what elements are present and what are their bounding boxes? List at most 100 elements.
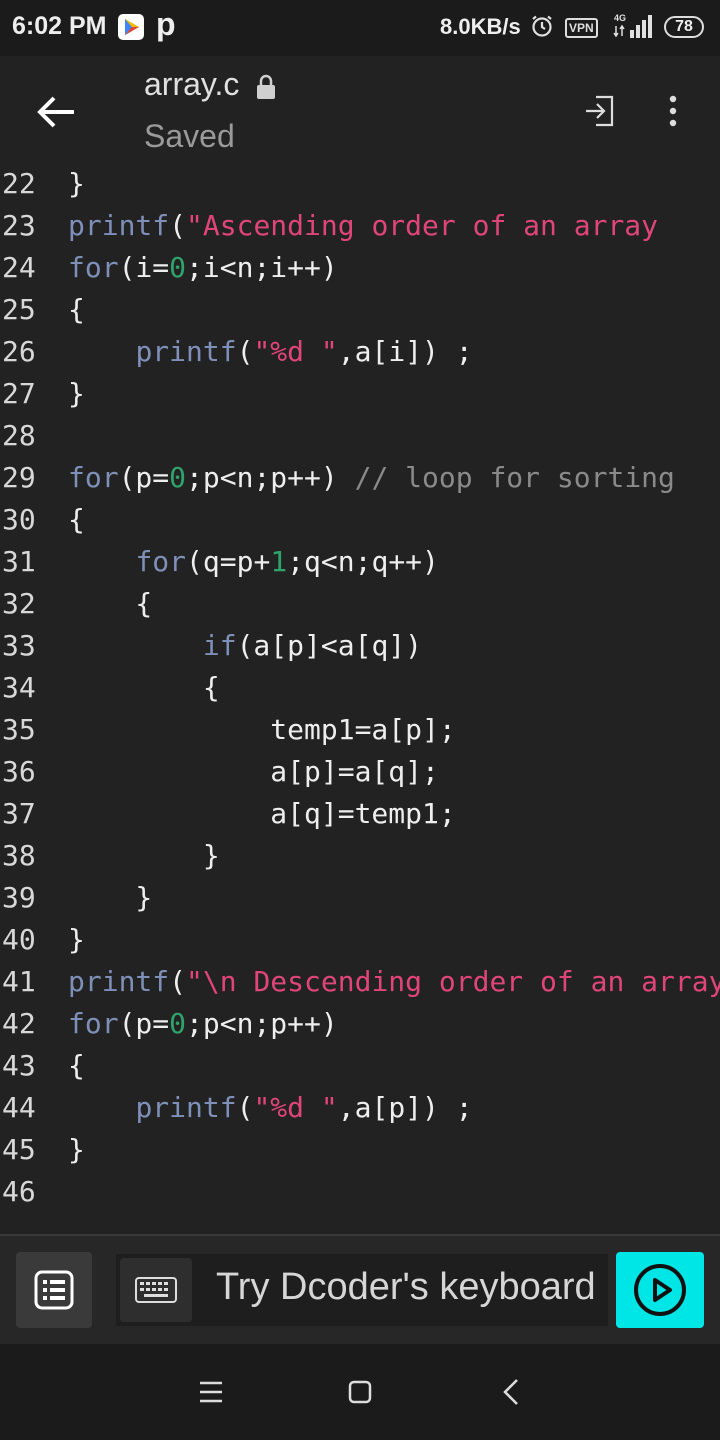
code-token: if xyxy=(202,629,237,662)
code-text[interactable]: if(a[p]<a[q]) xyxy=(68,625,422,667)
code-token: temp1=a[p]; xyxy=(68,713,456,746)
code-line[interactable]: 44 printf("%d ",a[p]) ; xyxy=(0,1087,720,1129)
code-token: 0 xyxy=(169,1007,187,1040)
notification-p-icon: p xyxy=(156,6,176,42)
save-status: Saved xyxy=(144,118,235,154)
lock-icon xyxy=(256,74,276,100)
code-text[interactable]: { xyxy=(68,667,220,709)
code-line[interactable]: 29 for(p=0;p<n;p++) // loop for sorting xyxy=(0,457,720,499)
code-text[interactable]: } xyxy=(68,1129,85,1171)
code-token: ,a[p]) ; xyxy=(337,1091,473,1124)
back-icon[interactable] xyxy=(502,1378,520,1406)
code-token: ( xyxy=(169,209,187,242)
code-token: ( xyxy=(236,1091,254,1124)
code-line[interactable]: 23 printf("Ascending order of an array xyxy=(0,205,720,247)
code-line[interactable]: 45} xyxy=(0,1129,720,1171)
code-text[interactable]: printf("Ascending order of an array xyxy=(68,205,658,247)
network-type: 4G xyxy=(614,13,626,23)
code-text[interactable]: a[q]=temp1; xyxy=(68,793,455,835)
code-token: } xyxy=(68,839,220,872)
code-text[interactable]: { xyxy=(68,499,85,541)
code-text[interactable]: a[p]=a[q]; xyxy=(68,751,439,793)
home-icon[interactable] xyxy=(348,1380,372,1404)
code-editor[interactable]: 22} 23 printf("Ascending order of an array… xyxy=(0,163,720,1231)
code-line[interactable]: 46 xyxy=(0,1171,720,1213)
code-line[interactable]: 41 printf("\n Descending order of an arra… xyxy=(0,961,720,1003)
list-button[interactable] xyxy=(16,1252,92,1328)
code-token: { xyxy=(68,293,85,326)
code-line[interactable]: 38 } xyxy=(0,835,720,877)
code-text[interactable]: printf("%d ",a[i]) ; xyxy=(68,331,473,373)
code-token: printf xyxy=(68,965,170,998)
code-text[interactable]: } xyxy=(68,919,85,961)
play-store-icon xyxy=(118,14,144,40)
code-token: for xyxy=(135,545,187,578)
code-text[interactable]: { xyxy=(68,1045,85,1087)
code-token: 0 xyxy=(169,461,187,494)
code-line[interactable]: 26 printf("%d ",a[i]) ; xyxy=(0,331,720,373)
code-token: ;i<n;i++) xyxy=(186,251,338,284)
code-line[interactable]: 43 { xyxy=(0,1045,720,1087)
code-text[interactable]: temp1=a[p]; xyxy=(68,709,456,751)
code-line[interactable]: 31 for(q=p+1;q<n;q++) xyxy=(0,541,720,583)
code-line[interactable]: 24 for(i=0;i<n;i++) xyxy=(0,247,720,289)
code-line[interactable]: 42 for(p=0;p<n;p++) xyxy=(0,1003,720,1045)
more-vert-icon[interactable] xyxy=(662,94,684,128)
code-line[interactable]: 37 a[q]=temp1; xyxy=(0,793,720,835)
line-number: 46 xyxy=(2,1175,36,1208)
code-token: "%d " xyxy=(253,1091,338,1124)
code-text[interactable]: for(q=p+1;q<n;q++) xyxy=(68,541,439,583)
code-line[interactable]: 39 } xyxy=(0,877,720,919)
code-token: (p= xyxy=(118,1007,170,1040)
line-number: 30 xyxy=(2,503,36,536)
code-token: { xyxy=(68,503,85,536)
code-text[interactable]: printf("%d ",a[p]) ; xyxy=(68,1087,473,1129)
code-token: printf xyxy=(135,335,237,368)
code-token: (i= xyxy=(118,251,170,284)
code-line[interactable]: 36 a[p]=a[q]; xyxy=(0,751,720,793)
export-icon[interactable] xyxy=(582,94,616,128)
vpn-badge: VPN xyxy=(565,18,598,38)
code-text[interactable]: for(p=0;p<n;p++) xyxy=(68,1003,338,1045)
run-icon xyxy=(632,1262,688,1323)
code-text[interactable]: } xyxy=(68,163,85,205)
bottom-bar: Try Dcoder's keyboard xyxy=(0,1234,720,1346)
code-line[interactable]: 32 { xyxy=(0,583,720,625)
code-text[interactable]: } xyxy=(68,877,152,919)
keyboard-prompt-area[interactable]: Try Dcoder's keyboard xyxy=(116,1254,608,1326)
back-arrow-icon[interactable] xyxy=(34,92,78,132)
code-token: 1 xyxy=(270,545,288,578)
line-number: 32 xyxy=(2,587,36,620)
code-token: { xyxy=(68,671,220,704)
code-token: ;q<n;q++) xyxy=(287,545,439,578)
code-line[interactable]: 34 { xyxy=(0,667,720,709)
code-line[interactable]: 30 { xyxy=(0,499,720,541)
code-line[interactable]: 22} xyxy=(0,163,720,205)
line-number: 37 xyxy=(2,797,36,830)
code-text[interactable]: { xyxy=(68,289,85,331)
line-number: 23 xyxy=(2,209,36,242)
code-token: "%d " xyxy=(253,335,338,368)
code-text[interactable]: } xyxy=(68,835,220,877)
code-line[interactable]: 25 { xyxy=(0,289,720,331)
code-line[interactable]: 33 if(a[p]<a[q]) xyxy=(0,625,720,667)
code-line[interactable]: 28 xyxy=(0,415,720,457)
code-line[interactable]: 35 temp1=a[p]; xyxy=(0,709,720,751)
code-line[interactable]: 27} xyxy=(0,373,720,415)
run-button[interactable] xyxy=(616,1252,704,1328)
menu-icon[interactable] xyxy=(198,1380,224,1404)
code-token: ,a[i]) ; xyxy=(337,335,473,368)
code-line[interactable]: 40} xyxy=(0,919,720,961)
code-text[interactable]: { xyxy=(68,583,152,625)
line-number: 34 xyxy=(2,671,36,704)
code-token: printf xyxy=(68,209,170,242)
code-text[interactable]: for(p=0;p<n;p++) // loop for sorting xyxy=(68,457,675,499)
list-icon xyxy=(34,1270,74,1315)
code-text[interactable]: for(i=0;i<n;i++) xyxy=(68,247,338,289)
keyboard-prompt-text[interactable]: Try Dcoder's keyboard xyxy=(216,1266,596,1309)
code-text[interactable]: printf("\n Descending order of an array xyxy=(68,961,720,1003)
code-text[interactable]: } xyxy=(68,373,85,415)
keyboard-icon[interactable] xyxy=(120,1258,192,1322)
